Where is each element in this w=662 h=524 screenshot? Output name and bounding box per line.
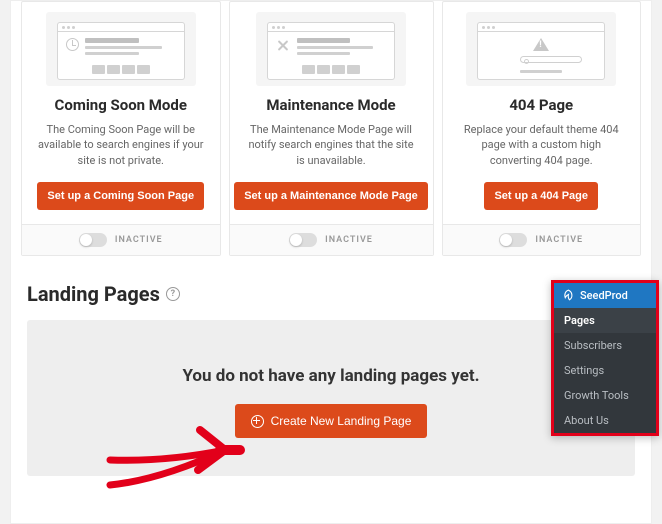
seedprod-logo-icon <box>562 289 575 302</box>
flyout-item-subscribers[interactable]: Subscribers <box>554 333 656 358</box>
card-description: The Coming Soon Page will be available t… <box>32 122 210 168</box>
card-description: Replace your default theme 404 page with… <box>453 122 631 168</box>
create-button-label: Create New Landing Page <box>271 414 412 428</box>
maintenance-toggle[interactable] <box>289 233 317 247</box>
warning-icon <box>533 38 549 51</box>
coming-soon-preview <box>46 12 196 86</box>
help-icon[interactable]: ? <box>166 287 180 301</box>
empty-message: You do not have any landing pages yet. <box>47 366 615 386</box>
flyout-header[interactable]: SeedProd <box>554 283 656 308</box>
404-card: 404 Page Replace your default theme 404 … <box>442 1 642 256</box>
tools-icon <box>276 38 291 53</box>
setup-404-button[interactable]: Set up a 404 Page <box>484 182 598 210</box>
seedprod-flyout-menu: SeedProd Pages Subscribers Settings Grow… <box>551 280 659 436</box>
coming-soon-toggle[interactable] <box>79 233 107 247</box>
404-toggle[interactable] <box>499 233 527 247</box>
clock-icon <box>66 38 79 51</box>
mode-cards-row: Coming Soon Mode The Coming Soon Page wi… <box>11 1 651 256</box>
landing-pages-empty-state: You do not have any landing pages yet. C… <box>27 320 635 476</box>
flyout-brand: SeedProd <box>580 289 628 302</box>
coming-soon-card: Coming Soon Mode The Coming Soon Page wi… <box>21 1 221 256</box>
card-description: The Maintenance Mode Page will notify se… <box>240 122 423 168</box>
toggle-status: INACTIVE <box>535 235 583 245</box>
card-title: Coming Soon Mode <box>55 96 187 114</box>
toggle-status: INACTIVE <box>115 235 163 245</box>
flyout-item-pages[interactable]: Pages <box>554 308 656 333</box>
flyout-item-growth-tools[interactable]: Growth Tools <box>554 383 656 408</box>
setup-coming-soon-button[interactable]: Set up a Coming Soon Page <box>37 182 204 210</box>
flyout-item-settings[interactable]: Settings <box>554 358 656 383</box>
setup-maintenance-button[interactable]: Set up a Maintenance Mode Page <box>234 182 428 210</box>
toggle-status: INACTIVE <box>325 235 373 245</box>
plus-circle-icon <box>251 415 264 428</box>
404-preview <box>466 12 616 86</box>
maintenance-preview <box>256 12 406 86</box>
maintenance-card: Maintenance Mode The Maintenance Mode Pa… <box>229 1 434 256</box>
create-landing-page-button[interactable]: Create New Landing Page <box>235 404 428 438</box>
card-title: Maintenance Mode <box>266 96 395 114</box>
section-title: Landing Pages <box>27 282 160 306</box>
card-title: 404 Page <box>509 96 573 114</box>
flyout-item-about-us[interactable]: About Us <box>554 408 656 433</box>
